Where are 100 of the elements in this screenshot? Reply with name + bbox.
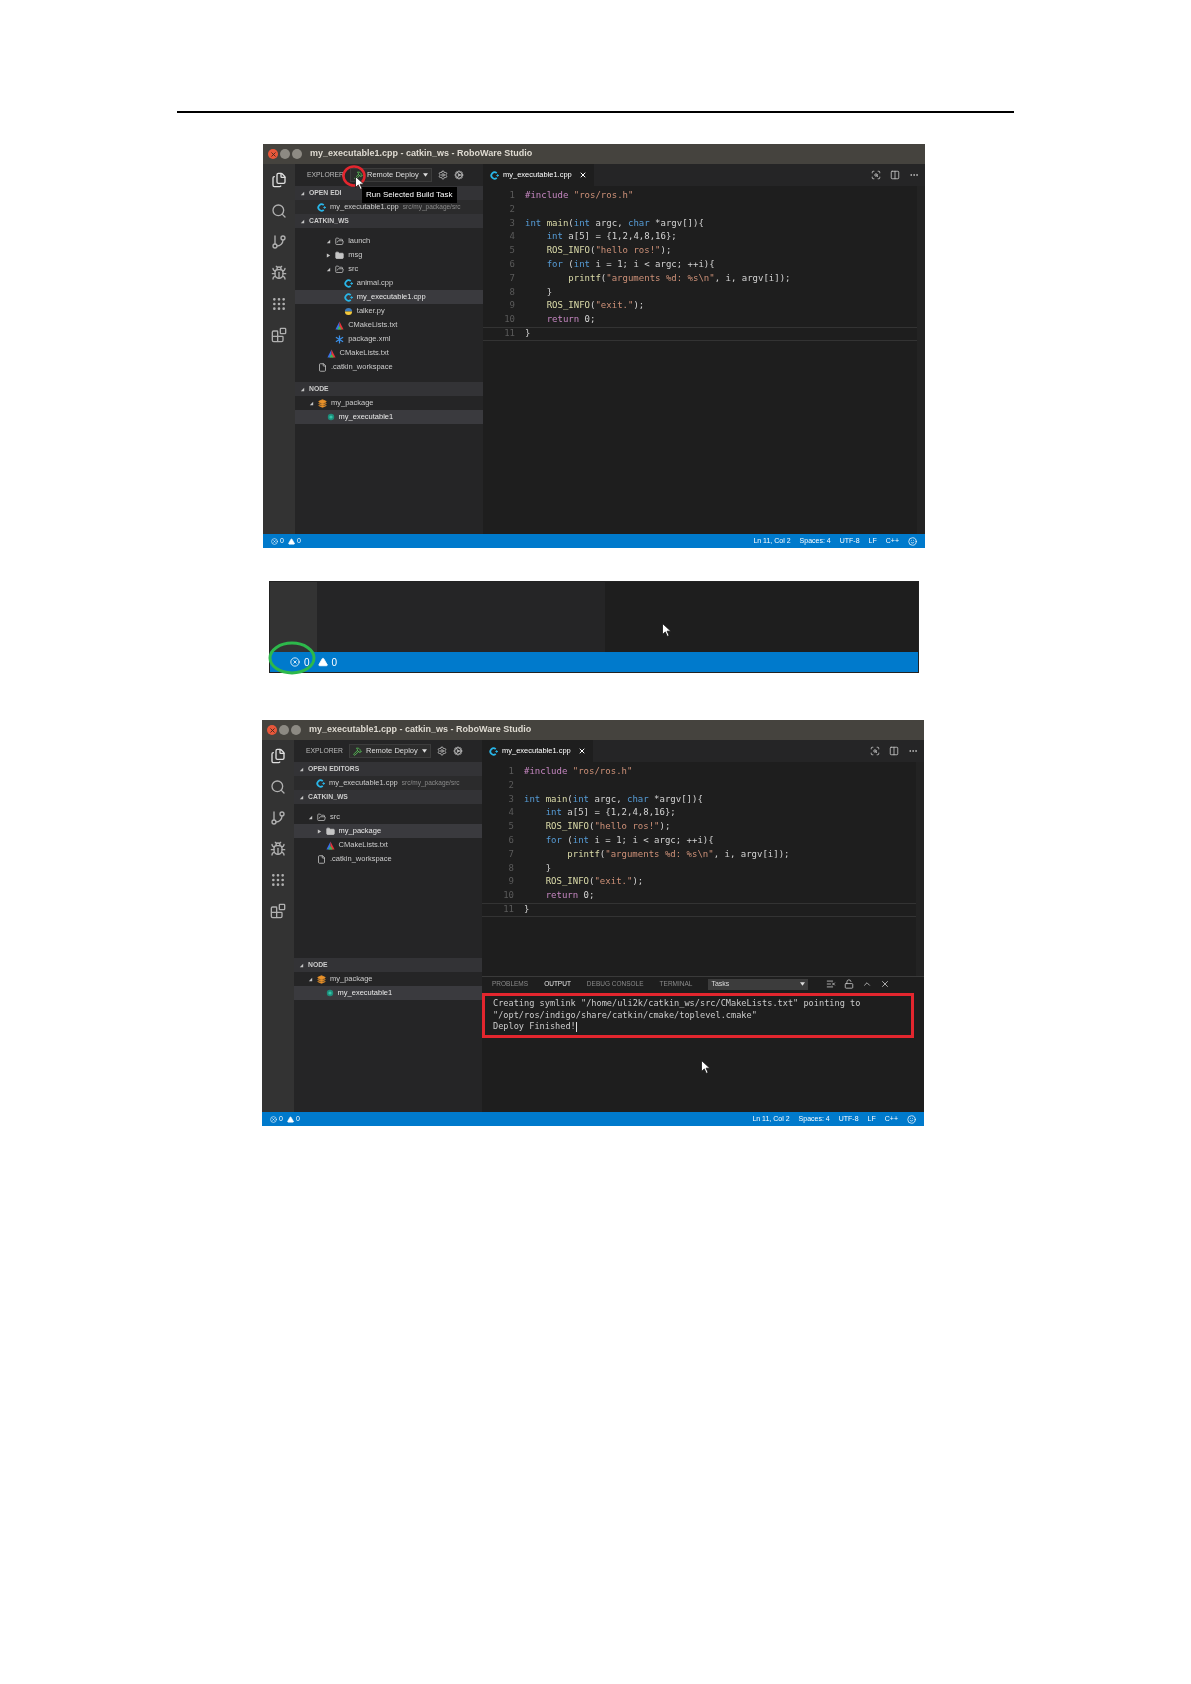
expanded-triangle-icon[interactable] [300,190,305,196]
line-number: 11 [503,327,515,340]
split-editor-icon[interactable] [889,746,899,756]
minimize-button[interactable] [280,149,290,159]
code-line: ROS_INFO("exit."); [544,876,644,889]
branch-icon[interactable] [270,810,286,826]
files-icon[interactable] [271,172,287,188]
code-line: printf("arguments %d: %s\n", i, argv[i]); [567,272,791,285]
close-icon[interactable] [577,747,586,755]
file-icon [317,854,326,864]
preview-search-icon[interactable] [871,170,881,180]
lock-icon[interactable] [844,979,855,989]
dots-grid-icon[interactable] [270,872,286,888]
output-line: Deploy Finished! [493,1021,578,1033]
mouse-pointer-icon [355,176,364,190]
c-icon [343,278,353,288]
expanded-triangle-icon[interactable] [326,238,332,244]
smiley-icon[interactable] [908,536,917,546]
code-line: int main(int argc, char *argv[]){ [525,217,704,230]
branch-icon[interactable] [271,234,287,250]
line-number: 11 [502,903,514,916]
bug-icon[interactable] [271,265,287,281]
triangle-icon [335,320,345,330]
blocks-icon[interactable] [270,903,286,919]
caret-icon [422,173,428,177]
settings-icon[interactable] [436,746,447,756]
warning-count[interactable]: 0 [331,654,338,670]
minimize-button[interactable] [279,725,289,735]
cog-icon[interactable] [452,746,463,756]
code-line: printf("arguments %d: %s\n", i, argv[i]); [566,848,790,861]
maximize-button[interactable] [291,725,301,735]
maximize-panel-icon[interactable] [862,979,873,989]
error-icon [270,1115,277,1123]
code-line: for (int i = 1; i < argc; ++i){ [544,835,714,847]
annotation-circle [342,165,366,187]
code-line: int a[5] = {1,2,4,8,16}; [545,231,677,244]
warning-icon [287,537,295,545]
line-number: 10 [502,890,514,902]
error-icon [290,657,300,667]
bug-icon[interactable] [270,841,286,857]
folder-open-icon [335,236,345,246]
search-icon[interactable] [270,779,286,795]
code-line: #include "ros/ros.h" [524,766,633,778]
close-icon[interactable] [578,171,587,179]
code-line: ROS_INFO("hello ros!"); [544,821,671,833]
expanded-triangle-icon[interactable] [299,794,304,800]
code-line: } [524,903,530,916]
window-title: my_executable1.cpp - catkin_ws - RoboWare Studio [310,147,533,161]
c-icon [316,778,325,788]
blocks-icon[interactable] [271,327,287,343]
folder-icon [335,250,345,260]
tooltip: Run Selected Build Task [362,187,457,203]
line-number: 6 [507,835,514,847]
folder-open-icon [335,264,345,274]
close-panel-icon[interactable] [880,979,891,989]
expanded-triangle-icon[interactable] [326,266,332,272]
files-icon[interactable] [270,748,286,764]
code-line: return 0; [544,890,595,902]
code-line: ROS_INFO("hello ros!"); [545,245,672,257]
window-title: my_executable1.cpp - catkin_ws - RoboWare Studio [309,723,532,737]
output-line: Creating symlink "/home/uli2k/catkin_ws/src/CMakeLists.txt" pointing to [493,998,862,1010]
maximize-button[interactable] [292,149,302,159]
code-line: } [525,327,531,340]
expanded-triangle-icon[interactable] [300,218,305,224]
expanded-triangle-icon[interactable] [308,976,313,982]
warning-icon [286,1115,294,1123]
hammer-icon[interactable] [354,170,364,180]
close-button[interactable] [267,725,277,735]
two-tone-circle-icon [343,306,353,316]
expanded-triangle-icon[interactable] [299,962,304,968]
line-number: 7 [507,848,514,861]
triangle-icon [326,348,336,358]
code-line: } [544,862,552,875]
settings-icon[interactable] [437,170,448,180]
smiley-icon[interactable] [907,1114,916,1124]
code-line: int a[5] = {1,2,4,8,16}; [544,807,676,820]
search-icon[interactable] [271,203,287,219]
line-number: 10 [503,314,515,326]
warning-icon [317,657,328,667]
dots-grid-icon[interactable] [271,296,287,312]
code-line: for (int i = 1; i < argc; ++i){ [545,259,715,271]
close-button[interactable] [268,149,278,159]
expanded-triangle-icon[interactable] [308,814,313,820]
preview-search-icon[interactable] [870,746,880,756]
split-editor-icon[interactable] [890,170,900,180]
caret-icon [800,982,806,986]
output-line: "/opt/ros/indigo/share/catkin/cmake/toplevel.cmake" [493,1009,758,1021]
mouse-pointer-icon [662,623,671,637]
code-line: return 0; [545,314,596,326]
line-number: 7 [508,272,515,285]
activity-bar [270,582,317,652]
triangle-icon [325,840,335,850]
expanded-triangle-icon[interactable] [309,400,314,406]
cog-icon[interactable] [453,170,464,180]
clear-output-icon[interactable] [826,979,837,989]
expanded-triangle-icon[interactable] [300,386,305,392]
collapsed-triangle-icon[interactable] [326,252,332,258]
collapsed-triangle-icon[interactable] [316,828,322,834]
expanded-triangle-icon[interactable] [299,766,304,772]
error-count[interactable]: 0 [304,654,310,670]
